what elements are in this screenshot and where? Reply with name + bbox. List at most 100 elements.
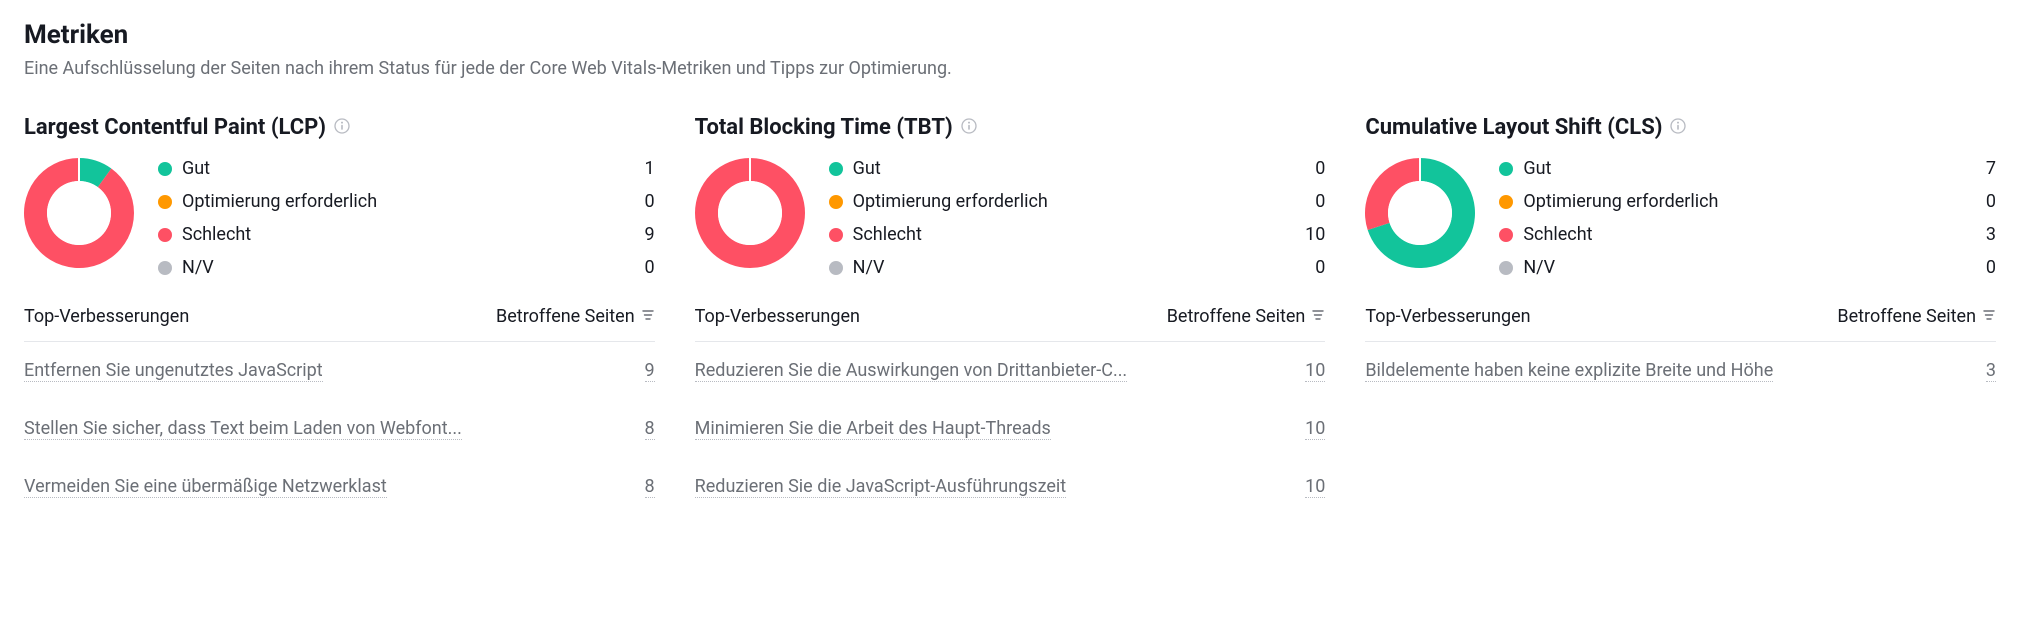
- affected-pages-header[interactable]: Betroffene Seiten: [1167, 306, 1326, 327]
- legend-label: Gut: [853, 158, 1292, 179]
- affected-pages-header[interactable]: Betroffene Seiten: [496, 306, 655, 327]
- legend-value: 0: [631, 257, 655, 278]
- info-icon[interactable]: [334, 118, 350, 138]
- improvement-row: Reduzieren Sie die JavaScript-Ausführung…: [695, 458, 1326, 516]
- improvement-link[interactable]: Reduzieren Sie die JavaScript-Ausführung…: [695, 476, 1067, 498]
- page-title: Metriken: [24, 20, 1996, 50]
- legend-label: Gut: [182, 158, 621, 179]
- legend-row-bad: Schlecht 9: [158, 224, 655, 245]
- legend-dot-icon: [158, 261, 172, 275]
- legend-value: 10: [1301, 224, 1325, 245]
- sort-icon: [641, 306, 655, 327]
- affected-pages-label: Betroffene Seiten: [1167, 306, 1306, 327]
- improvements-table-header: Top-Verbesserungen Betroffene Seiten: [24, 306, 655, 342]
- affected-pages-label: Betroffene Seiten: [1837, 306, 1976, 327]
- legend-row-needs: Optimierung erforderlich 0: [1499, 191, 1996, 212]
- donut-chart: [695, 158, 805, 272]
- improvement-row: Entfernen Sie ungenutztes JavaScript 9: [24, 342, 655, 400]
- legend-value: 1: [631, 158, 655, 179]
- legend-label: N/V: [182, 257, 621, 278]
- improvement-count[interactable]: 10: [1305, 476, 1325, 498]
- improvements-header-label: Top-Verbesserungen: [1365, 306, 1530, 327]
- affected-pages-label: Betroffene Seiten: [496, 306, 635, 327]
- legend-row-bad: Schlecht 10: [829, 224, 1326, 245]
- legend-dot-icon: [829, 195, 843, 209]
- metric-card: Cumulative Layout Shift (CLS) Gut 7 Optimie…: [1365, 115, 1996, 516]
- legend-dot-icon: [1499, 162, 1513, 176]
- metric-title: Total Blocking Time (TBT): [695, 115, 953, 140]
- legend-row-good: Gut 7: [1499, 158, 1996, 179]
- info-icon[interactable]: [961, 118, 977, 138]
- improvement-link[interactable]: Stellen Sie sicher, dass Text beim Laden…: [24, 418, 462, 440]
- legend-dot-icon: [829, 228, 843, 242]
- improvement-link[interactable]: Reduzieren Sie die Auswirkungen von Drit…: [695, 360, 1128, 382]
- legend-dot-icon: [1499, 195, 1513, 209]
- improvement-row: Reduzieren Sie die Auswirkungen von Drit…: [695, 342, 1326, 400]
- improvement-count[interactable]: 3: [1986, 360, 1996, 382]
- legend-row-needs: Optimierung erforderlich 0: [829, 191, 1326, 212]
- metric-header: Cumulative Layout Shift (CLS): [1365, 115, 1996, 140]
- metric-summary: Gut 0 Optimierung erforderlich 0 Schlecht 10 N…: [695, 158, 1326, 278]
- legend-value: 0: [631, 191, 655, 212]
- metric-summary: Gut 7 Optimierung erforderlich 0 Schlecht3 N/…: [1365, 158, 1996, 278]
- page-subtitle: Eine Aufschlüsselung der Seiten nach ihr…: [24, 58, 1996, 79]
- legend-label: N/V: [1523, 257, 1962, 278]
- legend-row-good: Gut 0: [829, 158, 1326, 179]
- improvements-table-header: Top-Verbesserungen Betroffene Seiten: [1365, 306, 1996, 342]
- legend-dot-icon: [1499, 261, 1513, 275]
- legend-value: 7: [1972, 158, 1996, 179]
- improvement-link[interactable]: Minimieren Sie die Arbeit des Haupt-Thre…: [695, 418, 1051, 440]
- legend-row-bad: Schlecht3: [1499, 224, 1996, 245]
- sort-icon: [1311, 306, 1325, 327]
- sort-icon: [1982, 306, 1996, 327]
- improvement-link[interactable]: Entfernen Sie ungenutztes JavaScript: [24, 360, 323, 382]
- legend-value: 9: [631, 224, 655, 245]
- legend-value: 0: [1972, 191, 1996, 212]
- metric-summary: Gut 1 Optimierung erforderlich 0 Schlecht 9 N/…: [24, 158, 655, 278]
- legend: Gut 7 Optimierung erforderlich 0 Schlecht3 N/…: [1499, 158, 1996, 278]
- metric-header: Largest Contentful Paint (LCP): [24, 115, 655, 140]
- legend-dot-icon: [829, 162, 843, 176]
- legend-row-nv: N/V 0: [829, 257, 1326, 278]
- legend-row-good: Gut 1: [158, 158, 655, 179]
- improvement-row: Bildelemente haben keine explizite Breit…: [1365, 342, 1996, 400]
- info-icon[interactable]: [1670, 118, 1686, 138]
- improvement-link[interactable]: Vermeiden Sie eine übermäßige Netzwerkla…: [24, 476, 387, 498]
- metric-card: Total Blocking Time (TBT)Gut0Optimierung…: [695, 115, 1326, 516]
- legend-label: Gut: [1523, 158, 1962, 179]
- donut-chart: [1365, 158, 1475, 272]
- legend-dot-icon: [158, 195, 172, 209]
- legend-label: Optimierung erforderlich: [182, 191, 621, 212]
- improvements-header-label: Top-Verbesserungen: [24, 306, 189, 327]
- improvement-row: Vermeiden Sie eine übermäßige Netzwerkla…: [24, 458, 655, 516]
- legend-dot-icon: [1499, 228, 1513, 242]
- improvement-link[interactable]: Bildelemente haben keine explizite Breit…: [1365, 360, 1773, 382]
- legend-value: 0: [1301, 158, 1325, 179]
- legend: Gut 0 Optimierung erforderlich 0 Schlecht 10 N…: [829, 158, 1326, 278]
- metric-title: Largest Contentful Paint (LCP): [24, 115, 326, 140]
- legend: Gut 1 Optimierung erforderlich 0 Schlecht 9 N/…: [158, 158, 655, 278]
- improvement-count[interactable]: 8: [645, 418, 655, 440]
- legend-label: Schlecht: [853, 224, 1292, 245]
- improvement-row: Stellen Sie sicher, dass Text beim Laden…: [24, 400, 655, 458]
- metrics-row: Largest Contentful Paint (LCP) Gut 1 Optimi…: [24, 115, 1996, 516]
- legend-value: 0: [1301, 191, 1325, 212]
- legend-value: 0: [1972, 257, 1996, 278]
- metric-header: Total Blocking Time (TBT): [695, 115, 1326, 140]
- improvement-count[interactable]: 9: [645, 360, 655, 382]
- improvement-count[interactable]: 10: [1305, 418, 1325, 440]
- improvement-count[interactable]: 8: [645, 476, 655, 498]
- legend-label: Optimierung erforderlich: [853, 191, 1292, 212]
- legend-label: Schlecht: [182, 224, 621, 245]
- metric-card: Largest Contentful Paint (LCP) Gut 1 Optimi…: [24, 115, 655, 516]
- improvement-count[interactable]: 10: [1305, 360, 1325, 382]
- legend-row-nv: N/V 0: [158, 257, 655, 278]
- legend-label: N/V: [853, 257, 1292, 278]
- legend-row-needs: Optimierung erforderlich 0: [158, 191, 655, 212]
- affected-pages-header[interactable]: Betroffene Seiten: [1837, 306, 1996, 327]
- legend-value: 0: [1301, 257, 1325, 278]
- legend-label: Optimierung erforderlich: [1523, 191, 1962, 212]
- legend-row-nv: N/V 0: [1499, 257, 1996, 278]
- donut-chart: [24, 158, 134, 272]
- legend-label: Schlecht: [1523, 224, 1962, 245]
